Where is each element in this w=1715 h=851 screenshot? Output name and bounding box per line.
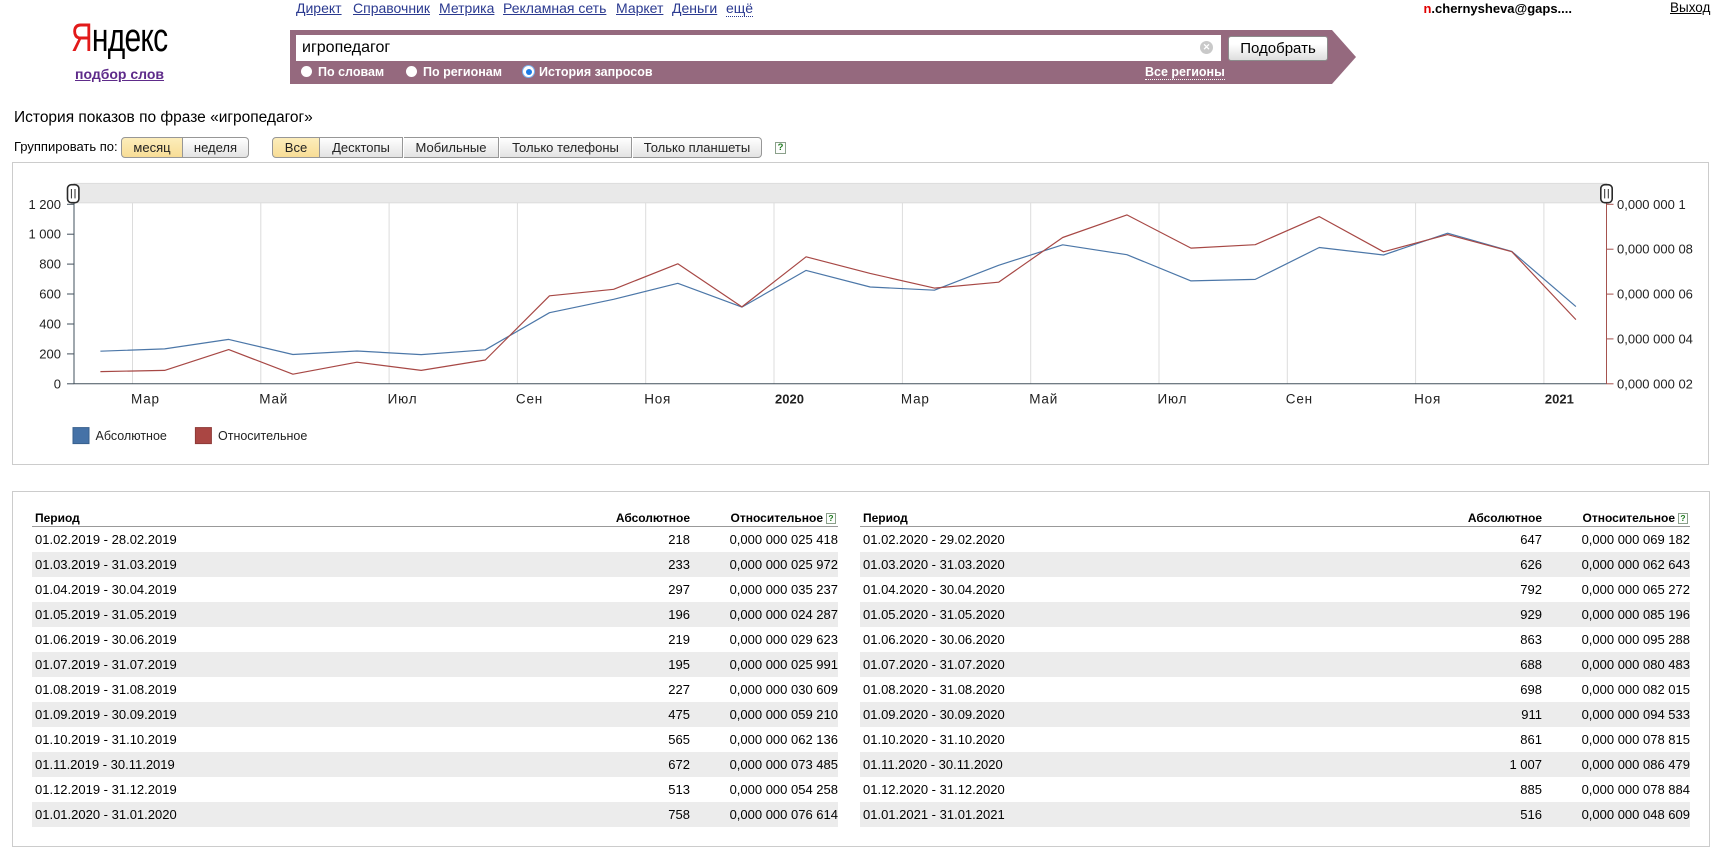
svg-text:400: 400 bbox=[39, 317, 61, 332]
svg-text:2020: 2020 bbox=[775, 392, 804, 407]
svg-text:Май: Май bbox=[1029, 392, 1058, 407]
svg-text:1 000: 1 000 bbox=[28, 227, 61, 242]
svg-text:200: 200 bbox=[39, 346, 61, 361]
svg-text:2021: 2021 bbox=[1545, 392, 1574, 407]
svg-text:0,000 000 06: 0,000 000 06 bbox=[1617, 287, 1693, 302]
svg-text:800: 800 bbox=[39, 257, 61, 272]
svg-text:Сен: Сен bbox=[1286, 392, 1313, 407]
svg-text:Мар: Мар bbox=[131, 392, 160, 407]
svg-text:Май: Май bbox=[259, 392, 288, 407]
svg-text:0,000 000 04: 0,000 000 04 bbox=[1617, 331, 1693, 346]
svg-text:Абсолютное: Абсолютное bbox=[96, 429, 167, 443]
svg-text:Сен: Сен bbox=[516, 392, 543, 407]
svg-text:Мар: Мар bbox=[901, 392, 930, 407]
svg-text:Июл: Июл bbox=[1158, 392, 1188, 407]
svg-text:0: 0 bbox=[54, 376, 61, 391]
svg-text:1 200: 1 200 bbox=[28, 197, 61, 212]
svg-text:Ноя: Ноя bbox=[1414, 392, 1441, 407]
svg-text:0,000 000 1: 0,000 000 1 bbox=[1617, 197, 1686, 212]
svg-text:600: 600 bbox=[39, 287, 61, 302]
svg-text:Относительное: Относительное bbox=[218, 429, 307, 443]
svg-text:Июл: Июл bbox=[388, 392, 418, 407]
svg-text:0,000 000 02: 0,000 000 02 bbox=[1617, 376, 1693, 391]
svg-text:0,000 000 08: 0,000 000 08 bbox=[1617, 242, 1693, 257]
svg-text:Ноя: Ноя bbox=[644, 392, 671, 407]
